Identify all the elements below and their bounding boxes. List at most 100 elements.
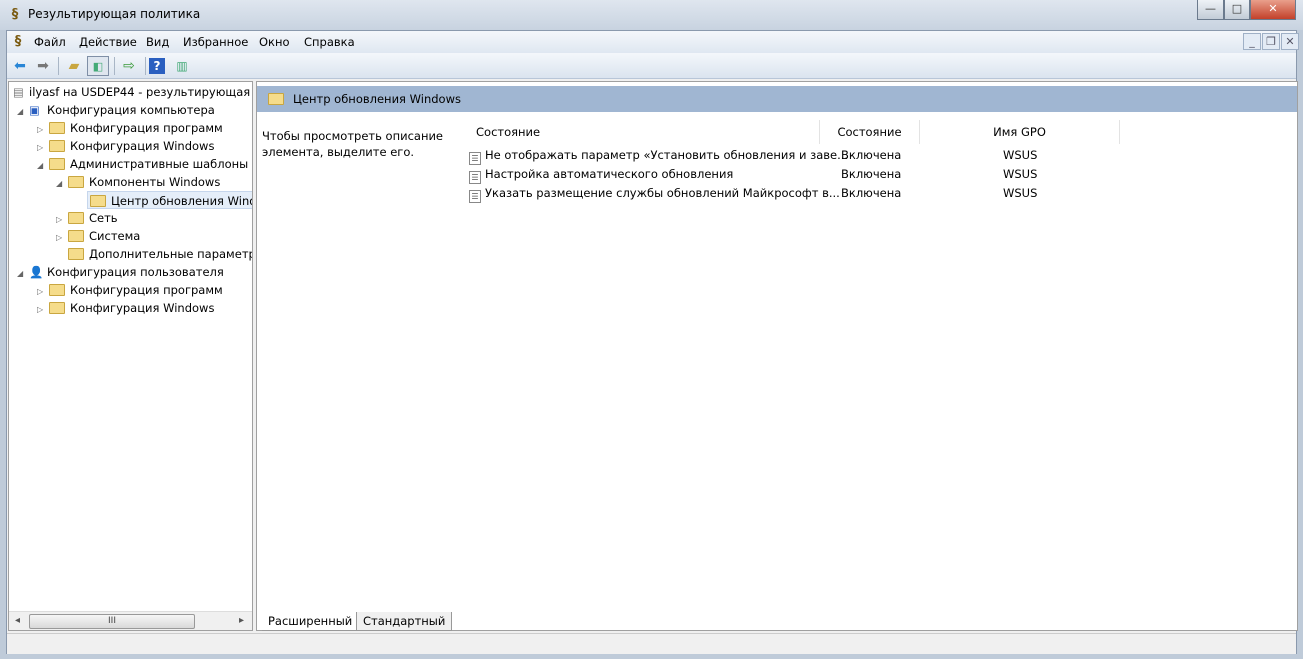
table-row[interactable]: ☰ Указать размещение службы обновлений Ма… [469, 184, 1037, 203]
folder-icon [68, 176, 84, 188]
tree-item-windows-settings[interactable]: ▷ Конфигурация Windows [37, 137, 214, 155]
help-icon[interactable]: ? [149, 58, 165, 74]
folder-icon [68, 248, 84, 260]
document-icon: § [14, 34, 22, 49]
tab-standard[interactable]: Стандартный [356, 612, 453, 631]
tree-item-extra-settings[interactable]: Дополнительные параметры [68, 245, 253, 263]
tree-label: Конфигурация Windows [70, 301, 215, 315]
mmc-window: § Файл Действие Вид Избранное Окно Справ… [6, 30, 1299, 654]
menu-window[interactable]: Окно [259, 35, 290, 49]
horizontal-scrollbar[interactable]: ◂ III ▸ [9, 611, 252, 630]
scroll-left-icon[interactable]: ◂ [15, 615, 20, 627]
title-bar: § Результирующая политика — □ ✕ [0, 0, 1303, 30]
policy-icon: ☰ [469, 171, 481, 184]
tree-item-computer-config[interactable]: ◢ ▣ Конфигурация компьютера [17, 101, 215, 119]
tree-item-windows-update[interactable]: Центр обновления Windo [87, 191, 253, 209]
computer-icon: ▣ [29, 103, 40, 117]
separator [58, 57, 59, 75]
tree-label: Административные шаблоны [70, 157, 249, 171]
pane-header: Центр обновления Windows [257, 86, 1297, 112]
tree-item-software[interactable]: ▷ Конфигурация программ [37, 119, 223, 137]
separator [145, 57, 146, 75]
mdi-restore-button[interactable]: ❐ [1262, 33, 1280, 50]
table-row[interactable]: ☰ Настройка автоматического обновления Вк… [469, 165, 1037, 184]
expanded-arrow-icon[interactable]: ◢ [17, 265, 29, 283]
tree-item-network[interactable]: ▷ Сеть [56, 209, 118, 227]
tree-label: Компоненты Windows [89, 175, 221, 189]
tree-label: Конфигурация Windows [70, 139, 215, 153]
maximize-button[interactable]: □ [1224, 0, 1250, 20]
scroll-thumb[interactable]: III [29, 614, 195, 629]
tree-root[interactable]: ▤ ilyasf на USDEP44 - результирующая по [13, 83, 253, 101]
tree-label: Конфигурация компьютера [47, 103, 215, 117]
tree-label: Центр обновления Windo [111, 194, 253, 208]
policy-name: Не отображать параметр «Установить обнов… [485, 148, 849, 162]
menu-file[interactable]: Файл [34, 35, 66, 49]
tree-item-admin-templates[interactable]: ◢ Административные шаблоны [37, 155, 248, 173]
policy-name: Настройка автоматического обновления [485, 167, 734, 181]
expanded-arrow-icon[interactable]: ◢ [37, 157, 49, 175]
tab-extended[interactable]: Расширенный [262, 612, 360, 631]
column-header-gpo[interactable]: Имя GPO [920, 120, 1120, 144]
tree-label: Конфигурация программ [70, 283, 223, 297]
minimize-button[interactable]: — [1197, 0, 1224, 20]
policy-gpo: WSUS [1003, 148, 1038, 162]
folder-icon [49, 302, 65, 314]
status-bar [7, 633, 1296, 654]
tree-item-system[interactable]: ▷ Система [56, 227, 140, 245]
expanded-arrow-icon[interactable]: ◢ [17, 103, 29, 121]
tree-item-windows-components[interactable]: ◢ Компоненты Windows [56, 173, 220, 191]
tree-label: Сеть [89, 211, 118, 225]
column-header-state[interactable]: Состояние [820, 120, 920, 144]
mdi-close-button[interactable]: ✕ [1281, 33, 1299, 50]
folder-icon [49, 140, 65, 152]
policy-name: Указать размещение службы обновлений Май… [485, 186, 840, 200]
tree-item-user-config[interactable]: ◢ 👤 Конфигурация пользователя [17, 263, 224, 281]
show-hide-tree-icon[interactable]: ◧ [87, 56, 109, 76]
tree-label: Конфигурация программ [70, 121, 223, 135]
column-header-name[interactable]: Состояние [463, 120, 820, 144]
folder-icon [49, 158, 65, 170]
tree-label: Система [89, 229, 141, 243]
tree-item-user-software[interactable]: ▷ Конфигурация программ [37, 281, 223, 299]
mdi-minimize-button[interactable]: _ [1243, 33, 1261, 50]
show-action-pane-icon[interactable]: ▥ [171, 56, 193, 76]
tree-label: ilyasf на USDEP44 - результирующая по [29, 85, 253, 99]
collapsed-arrow-icon[interactable]: ▷ [37, 301, 49, 319]
back-icon[interactable]: ⬅ [9, 56, 31, 76]
policy-icon: ☰ [469, 190, 481, 203]
expanded-arrow-icon[interactable]: ◢ [56, 175, 68, 193]
policy-state: Включена [841, 167, 902, 181]
menu-favorites[interactable]: Избранное [183, 35, 248, 49]
console-tree: ▤ ilyasf на USDEP44 - результирующая по ◢… [8, 81, 253, 631]
folder-icon [268, 93, 284, 105]
close-button[interactable]: ✕ [1250, 0, 1296, 20]
app-icon: § [11, 7, 19, 22]
view-tabs: Расширенный Стандартный [256, 612, 1298, 632]
menu-help[interactable]: Справка [304, 35, 355, 49]
policy-gpo: WSUS [1003, 186, 1038, 200]
table-row[interactable]: ☰ Не отображать параметр «Установить обно… [469, 146, 1037, 165]
details-pane: Центр обновления Windows Чтобы просмотре… [256, 81, 1298, 631]
tree-item-user-windows-settings[interactable]: ▷ Конфигурация Windows [37, 299, 214, 317]
tree-label: Конфигурация пользователя [47, 265, 224, 279]
folder-icon [90, 195, 106, 207]
scroll-right-icon[interactable]: ▸ [239, 615, 244, 627]
policy-state: Включена [841, 186, 902, 200]
description-text: Чтобы просмотреть описание элемента, выд… [262, 129, 444, 159]
toolbar: ⬅ ➡ ▰ ◧ ⇨ ? ▥ [7, 53, 1296, 79]
policy-state: Включена [841, 148, 902, 162]
menu-view[interactable]: Вид [146, 35, 169, 49]
collapsed-arrow-icon[interactable]: ▷ [56, 229, 68, 247]
menu-action[interactable]: Действие [79, 35, 137, 49]
pane-title: Центр обновления Windows [293, 92, 461, 106]
policy-gpo: WSUS [1003, 167, 1038, 181]
rsop-icon: ▤ [13, 85, 24, 99]
user-icon: 👤 [29, 265, 44, 279]
export-list-icon[interactable]: ⇨ [118, 56, 140, 76]
up-folder-icon[interactable]: ▰ [63, 56, 85, 76]
tree-label: Дополнительные параметры [89, 247, 253, 261]
separator [114, 57, 115, 75]
folder-icon [49, 122, 65, 134]
forward-icon[interactable]: ➡ [32, 56, 54, 76]
